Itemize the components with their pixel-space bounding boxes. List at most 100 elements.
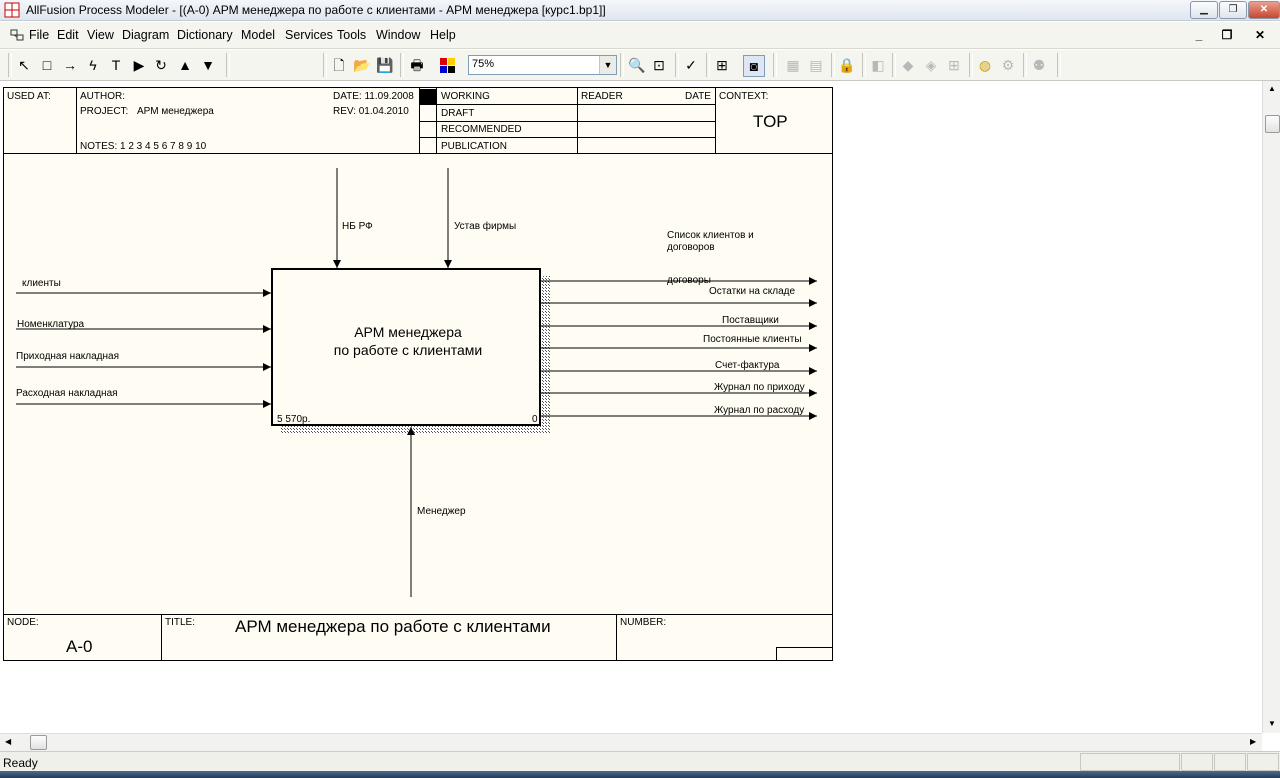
header-divider	[715, 88, 716, 153]
model-explorer-icon[interactable]: ◙	[743, 55, 765, 77]
model-tree-icon[interactable]: ⊞	[712, 55, 732, 75]
zoom-fit-icon[interactable]: ⊡	[649, 55, 669, 75]
pointer-icon[interactable]: ↖	[14, 55, 34, 75]
date-column-label: DATE	[685, 91, 711, 102]
shape-icon[interactable]: ◆	[898, 55, 918, 75]
rotate-icon[interactable]: ↻	[151, 55, 171, 75]
chevron-down-icon[interactable]: ▼	[599, 56, 616, 74]
status-publication: PUBLICATION	[441, 141, 507, 152]
title-label: TITLE:	[165, 617, 196, 628]
scroll-left-icon[interactable]: ◀	[5, 737, 11, 746]
open-folder-icon[interactable]: 📂	[352, 55, 372, 75]
minimize-button[interactable]: ▁	[1190, 1, 1218, 19]
control-label: Устав фирмы	[454, 221, 517, 232]
header-row-line	[419, 121, 715, 122]
output-header-line1: Список клиентов и	[667, 230, 754, 241]
rev-value: REV: 01.04.2010	[333, 106, 409, 117]
mdi-close-button[interactable]: ✕	[1249, 27, 1271, 43]
title-bar: AllFusion Process Modeler - [(A-0) АРМ м…	[0, 0, 1280, 21]
mdi-minimize-button[interactable]: _	[1188, 27, 1210, 43]
window-title: AllFusion Process Modeler - [(A-0) АРМ м…	[26, 3, 606, 17]
tool-icon[interactable]: ⚙	[998, 55, 1018, 75]
toolbar-separator	[892, 53, 896, 77]
up-triangle-icon[interactable]: ▲	[175, 55, 195, 75]
node-value: A-0	[66, 637, 93, 656]
toolbar-separator	[675, 53, 679, 77]
input-label: клиенты	[22, 278, 61, 289]
zoom-value: 75%	[472, 58, 495, 70]
input-label: Номенклатура	[17, 319, 85, 330]
toolbar-separator	[969, 53, 973, 77]
restore-button[interactable]: ❐	[1219, 1, 1247, 19]
mdi-restore-button[interactable]: ❐	[1216, 27, 1238, 43]
horizontal-scroll-thumb[interactable]	[30, 735, 47, 750]
footer-top-line	[4, 614, 832, 615]
footer-divider	[616, 614, 617, 660]
report-2-icon[interactable]: ▤	[806, 55, 826, 75]
project-label: PROJECT:	[80, 106, 129, 117]
number-label: NUMBER:	[620, 617, 667, 628]
footer-corner	[776, 647, 832, 648]
toolbar-separator	[8, 53, 12, 77]
box-tool-icon[interactable]: □	[37, 55, 57, 75]
toolbar-separator	[831, 53, 835, 77]
bulb-icon[interactable]: ◍	[975, 55, 995, 75]
zoom-in-icon[interactable]: 🔍	[627, 55, 647, 75]
shape-2-icon[interactable]: ◈	[921, 55, 941, 75]
horizontal-scrollbar[interactable]: ◀ ▶	[0, 733, 1262, 751]
date-value: DATE: 11.09.2008	[333, 91, 414, 102]
play-icon[interactable]: ▶	[129, 55, 149, 75]
down-triangle-icon[interactable]: ▼	[198, 55, 218, 75]
author-label: AUTHOR:	[80, 91, 125, 102]
cube-icon[interactable]: ◧	[868, 55, 888, 75]
menu-dictionary[interactable]: Dictionary	[177, 28, 233, 42]
save-icon[interactable]: 💾	[375, 55, 395, 75]
status-draft: DRAFT	[441, 108, 475, 119]
menu-services[interactable]: Services	[285, 28, 333, 42]
scroll-down-icon[interactable]: ▼	[1268, 719, 1276, 728]
vertical-scrollbar[interactable]: ▲ ▼	[1262, 81, 1280, 733]
squiggle-tool-icon[interactable]: ϟ	[83, 55, 103, 75]
header-row-line	[419, 104, 715, 105]
activity-title-line1: АРМ менеджера	[354, 324, 462, 340]
menu-edit[interactable]: Edit	[57, 28, 79, 42]
toolbar-separator	[226, 53, 230, 77]
notes-label: NOTES: 1 2 3 4 5 6 7 8 9 10	[80, 141, 207, 152]
vertical-scroll-thumb[interactable]	[1265, 115, 1280, 133]
menu-tools[interactable]: Tools	[337, 28, 366, 42]
output-label: договоры	[667, 275, 711, 286]
idef0-diagram-frame: USED AT: AUTHOR: PROJECT: АРМ менеджера …	[3, 87, 833, 661]
menu-file[interactable]: File	[29, 28, 49, 42]
close-button[interactable]: ✕	[1248, 1, 1280, 19]
menu-help[interactable]: Help	[430, 28, 456, 42]
app-icon	[4, 2, 20, 18]
lock-icon[interactable]: 🔒	[837, 55, 857, 75]
output-label: Журнал по приходу	[714, 382, 805, 393]
menu-bar: File Edit View Diagram Dictionary Model …	[0, 22, 1280, 49]
zoom-select[interactable]: 75% ▼	[468, 55, 617, 75]
output-label: Счет-фактура	[715, 360, 780, 371]
menu-model[interactable]: Model	[241, 28, 275, 42]
color-palette-icon[interactable]	[438, 56, 458, 74]
new-file-icon[interactable]: 🗋	[329, 55, 349, 75]
used-at-label: USED AT:	[7, 91, 51, 102]
toolbar-separator	[620, 53, 624, 77]
toolbar-separator	[862, 53, 866, 77]
toolbar-separator	[400, 53, 404, 77]
activity-box-title: АРМ менеджера по работе с клиентами	[272, 323, 544, 359]
text-tool-icon[interactable]: T	[106, 55, 126, 75]
users-icon[interactable]: ⚉	[1029, 55, 1049, 75]
status-recommended: RECOMMENDED	[441, 124, 522, 135]
scroll-right-icon[interactable]: ▶	[1250, 737, 1256, 746]
grid-icon[interactable]: ⊞	[944, 55, 964, 75]
scroll-up-icon[interactable]: ▲	[1268, 84, 1276, 93]
toolbar-separator	[1023, 53, 1027, 77]
report-icon[interactable]: ▦	[783, 55, 803, 75]
menu-window[interactable]: Window	[376, 28, 420, 42]
header-row-line	[419, 137, 715, 138]
menu-diagram[interactable]: Diagram	[122, 28, 169, 42]
print-icon[interactable]: 🖶	[407, 55, 427, 75]
arrow-tool-icon[interactable]: →	[60, 55, 80, 75]
menu-view[interactable]: View	[87, 28, 114, 42]
spellcheck-icon[interactable]: ✓	[681, 55, 701, 75]
